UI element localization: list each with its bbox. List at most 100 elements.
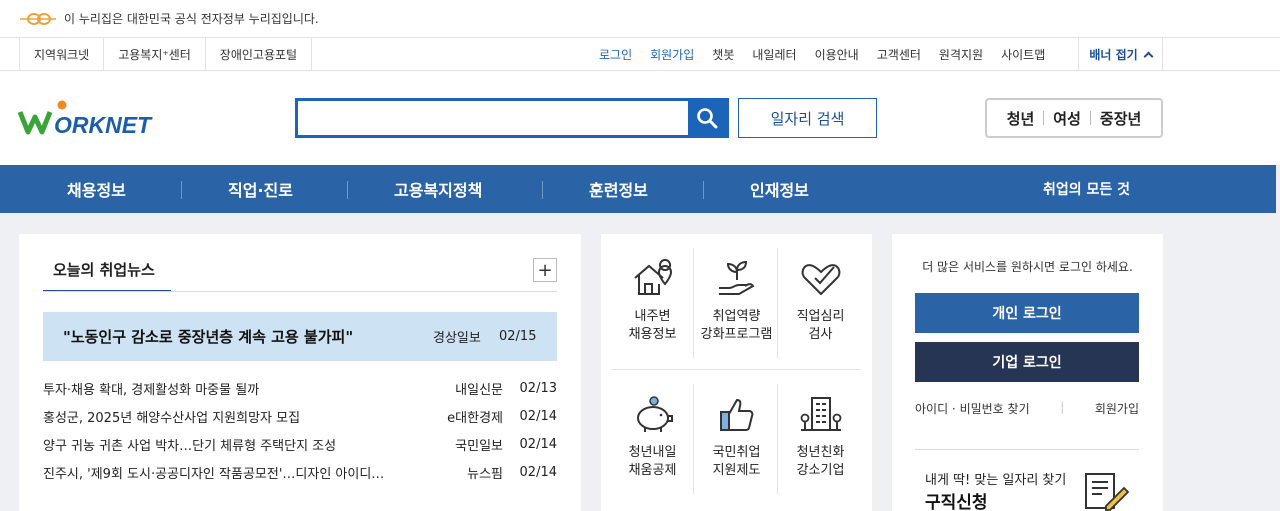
nav-welfare-policy[interactable]: 고용복지정책 xyxy=(394,165,482,213)
service-employability-program[interactable]: 취업역량 강화프로그램 xyxy=(695,250,778,370)
news-title: 홍성군, 2025년 해양수산사업 지원희망자 모집 xyxy=(43,410,301,426)
gov-banner: 이 누리집은 대한민국 공식 전자정부 누리집입니다. xyxy=(0,0,1280,38)
thumbs-up-icon xyxy=(719,398,753,431)
search-box xyxy=(295,98,729,138)
tab-youth[interactable]: 청년 xyxy=(998,108,1044,129)
piggy-bank-icon xyxy=(636,396,673,432)
eg-logo-icon xyxy=(20,12,56,25)
divider xyxy=(43,291,557,292)
service-label: 청년내일 채움공제 xyxy=(628,445,677,478)
house-pin-icon xyxy=(633,259,672,295)
guide-link[interactable]: 이용안내 xyxy=(815,46,859,63)
utility-menu: 로그인 회원가입 챗봇 내일레터 이용안내 고객센터 원격지원 사이트맵 xyxy=(590,38,1054,70)
login-link[interactable]: 로그인 xyxy=(599,46,632,63)
news-title: 양구 귀농 귀촌 사업 박차…단기 체류형 주택단지 조성 xyxy=(43,438,337,454)
featured-news-date: 02/15 xyxy=(499,329,537,344)
nav-talent[interactable]: 인재정보 xyxy=(750,165,809,213)
news-date: 02/14 xyxy=(519,436,557,452)
divider xyxy=(915,449,1139,450)
chevron-up-icon xyxy=(1143,51,1154,61)
employment-news-panel: 오늘의 취업뉴스 + "노동인구 감소로 중장년층 계속 고용 불가피" 경상일… xyxy=(19,234,581,511)
sprout-hand-icon xyxy=(718,260,754,295)
login-message: 더 많은 서비스를 원하시면 로그인 하세요. xyxy=(922,260,1133,274)
link-separator: | xyxy=(1060,400,1065,414)
gov-banner-text: 이 누리집은 대한민국 공식 전자정부 누리집입니다. xyxy=(64,12,319,26)
remote-support-link[interactable]: 원격지원 xyxy=(939,46,983,63)
application-form-icon xyxy=(1085,473,1130,511)
building-icon xyxy=(800,397,841,431)
nav-divider xyxy=(347,181,348,199)
nav-career[interactable]: 직업·진로 xyxy=(228,165,293,213)
sitemap-link[interactable]: 사이트맵 xyxy=(1001,46,1045,63)
news-list: 투자·채용 확대, 경제활성화 마중물 될까 내일신문 02/13 홍성군, 2… xyxy=(43,374,557,486)
nav-divider xyxy=(542,181,543,199)
search-button[interactable] xyxy=(688,101,726,135)
news-date: 02/13 xyxy=(519,380,557,396)
nav-job-info[interactable]: 채용정보 xyxy=(67,165,126,213)
banner-collapse-button[interactable]: 배너 접기 xyxy=(1078,38,1163,70)
banner-collapse-label: 배너 접기 xyxy=(1089,47,1138,62)
find-id-password-link[interactable]: 아이디 · 비밀번호 찾기 xyxy=(915,400,1030,417)
nav-divider xyxy=(703,181,704,199)
main-navigation: 채용정보 직업·진로 고용복지정책 훈련정보 인재정보 취업의 모든 것 xyxy=(0,165,1276,213)
news-source: e대한경제 xyxy=(447,410,503,426)
service-label: 국민취업 지원제도 xyxy=(712,445,761,478)
service-label: 내주변 채용정보 xyxy=(628,309,677,342)
worknet-logo[interactable]: ORKNET xyxy=(18,100,173,136)
news-title: 진주시, '제9회 도시·공공디자인 작품공모전'…디자인 아이디… xyxy=(43,466,385,482)
tab-women[interactable]: 여성 xyxy=(1044,108,1090,129)
signup-link[interactable]: 회원가입 xyxy=(650,46,694,63)
news-source: 내일신문 xyxy=(455,382,503,398)
personal-login-button[interactable]: 개인 로그인 xyxy=(915,293,1139,333)
news-item[interactable]: 진주시, '제9회 도시·공공디자인 작품공모전'…디자인 아이디… 뉴스핌 0… xyxy=(43,458,557,486)
news-item[interactable]: 홍성군, 2025년 해양수산사업 지원희망자 모집 e대한경제 02/14 xyxy=(43,402,557,430)
job-search-button[interactable]: 일자리 검색 xyxy=(738,98,877,138)
search-icon xyxy=(697,108,718,129)
page-edge xyxy=(1276,165,1280,511)
login-links: 아이디 · 비밀번호 찾기 | 회원가입 xyxy=(915,400,1139,417)
service-label: 취업역량 강화프로그램 xyxy=(700,309,773,342)
nav-training[interactable]: 훈련정보 xyxy=(589,165,648,213)
heart-check-icon xyxy=(801,264,840,296)
join-link[interactable]: 회원가입 xyxy=(1095,400,1139,417)
utility-bar: 지역워크넷 고용복지⁺센터 장애인고용포털 로그인 회원가입 챗봇 내일레터 이… xyxy=(0,38,1280,71)
customer-center-link[interactable]: 고객센터 xyxy=(877,46,921,63)
tab-middle-aged[interactable]: 중장년 xyxy=(1091,108,1150,129)
service-job-aptitude-test[interactable]: 직업심리 검사 xyxy=(779,250,862,370)
news-item[interactable]: 양구 귀농 귀촌 사업 박차…단기 체류형 주택단지 조성 국민일보 02/14 xyxy=(43,430,557,458)
family-site-links: 지역워크넷 고용복지⁺센터 장애인고용포털 xyxy=(19,38,313,70)
job-application-subtitle: 내게 딱! 맞는 일자리 찾기 xyxy=(925,473,1067,488)
link-employment-center[interactable]: 고용복지⁺센터 xyxy=(104,38,206,70)
service-youth-friendly-companies[interactable]: 청년친화 강소기업 xyxy=(779,386,862,506)
featured-news-title: "노동인구 감소로 중장년층 계속 고용 불가피" xyxy=(63,328,354,346)
login-panel: 더 많은 서비스를 원하시면 로그인 하세요. 개인 로그인 기업 로그인 아이… xyxy=(892,234,1163,511)
nav-divider xyxy=(181,181,182,199)
news-date: 02/14 xyxy=(519,464,557,480)
tab-today-news[interactable]: 오늘의 취업뉴스 xyxy=(43,252,171,292)
svg-text:ORKNET: ORKNET xyxy=(54,112,153,136)
quick-services-panel: 내주변 채용정보 취업역량 강화프로그램 직업심리 검사 청년내일 채움공제 국민취업 지… xyxy=(601,234,872,511)
nav-all-employment[interactable]: 취업의 모든 것 xyxy=(1043,165,1130,213)
age-group-tabs: 청년 여성 중장년 xyxy=(985,98,1163,138)
news-source: 뉴스핌 xyxy=(467,466,503,482)
link-disabled-employment-portal[interactable]: 장애인고용포털 xyxy=(206,38,313,70)
news-source: 국민일보 xyxy=(455,438,503,454)
job-application-title[interactable]: 구직신청 xyxy=(925,488,988,511)
company-login-button[interactable]: 기업 로그인 xyxy=(915,342,1139,382)
service-label: 청년친화 강소기업 xyxy=(796,445,845,478)
service-national-employment-support[interactable]: 국민취업 지원제도 xyxy=(695,386,778,506)
chatbot-link[interactable]: 챗봇 xyxy=(712,46,734,63)
news-more-button[interactable]: + xyxy=(533,258,557,282)
service-label: 직업심리 검사 xyxy=(796,309,845,342)
news-date: 02/14 xyxy=(519,408,557,424)
service-youth-savings[interactable]: 청년내일 채움공제 xyxy=(611,386,694,506)
search-input[interactable] xyxy=(298,101,688,135)
featured-news[interactable]: "노동인구 감소로 중장년층 계속 고용 불가피" 경상일보 02/15 xyxy=(43,312,557,361)
site-header: ORKNET 일자리 검색 청년 여성 중장년 xyxy=(0,71,1280,165)
service-nearby-jobs[interactable]: 내주변 채용정보 xyxy=(611,250,694,370)
news-title: 투자·채용 확대, 경제활성화 마중물 될까 xyxy=(43,382,260,398)
news-item[interactable]: 투자·채용 확대, 경제활성화 마중물 될까 내일신문 02/13 xyxy=(43,374,557,402)
link-regional-worknet[interactable]: 지역워크넷 xyxy=(20,38,105,70)
newsletter-link[interactable]: 내일레터 xyxy=(752,46,796,63)
featured-news-source: 경상일보 xyxy=(433,331,481,346)
